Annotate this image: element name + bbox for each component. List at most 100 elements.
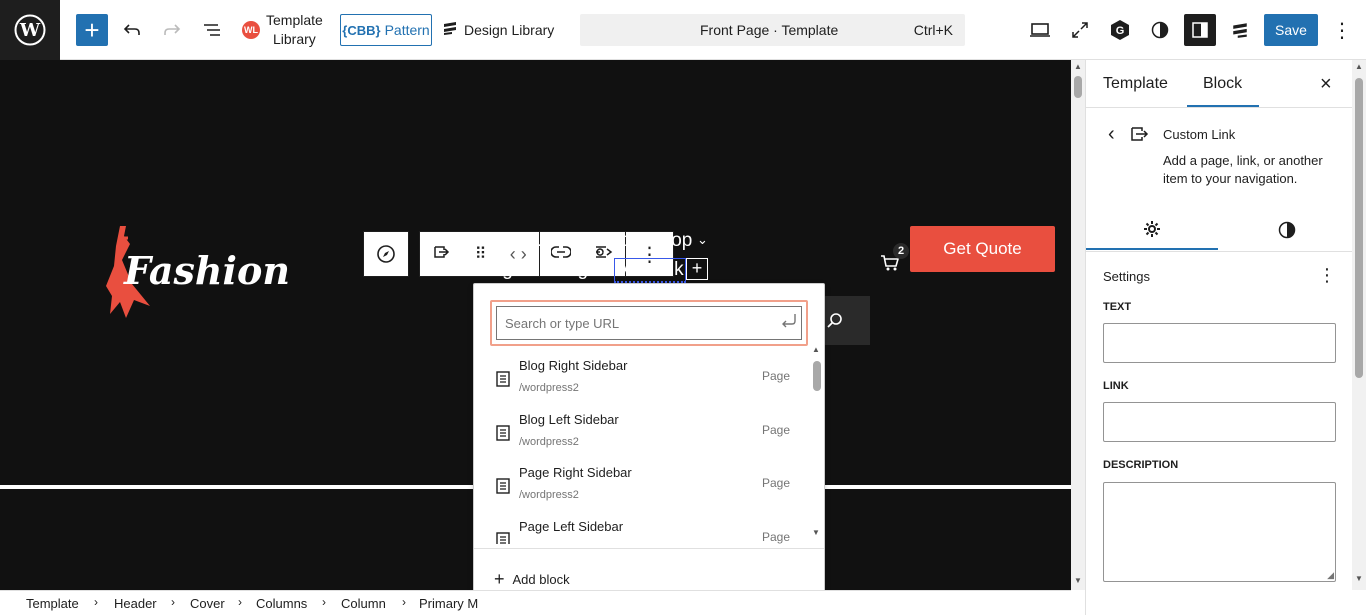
link-control-popover: ▲ ▼ Blog Right Sidebar /wordpress2 Page … [473,283,825,607]
design-library-button[interactable]: Design Library [442,14,557,46]
command-palette-bar[interactable]: Front Page · Template Ctrl+K [580,14,965,46]
description-field-label: DESCRIPTION [1103,459,1179,471]
sidebar-header-divider [1086,107,1356,108]
breadcrumb-item[interactable]: Header [114,596,157,611]
nav-item-pages[interactable]: Pages [479,259,533,281]
document-title: Front Page · Template [700,22,839,38]
chevron-right-icon: › [94,595,98,609]
options-menu-icon[interactable]: ⋮ [1330,14,1354,46]
site-logo[interactable]: Fashion [104,226,290,320]
gear-icon [1144,221,1160,237]
block-parent-selector[interactable] [363,231,409,277]
fullscreen-icon[interactable] [1068,14,1092,46]
nav-item-shop[interactable]: Shop [648,230,692,252]
redo-icon[interactable] [160,14,184,46]
suggestion-url: /wordpress2 [519,382,579,394]
add-block-button[interactable]: + [76,14,108,46]
svg-text:G: G [1116,25,1125,37]
suggestion-item[interactable]: Page Left Sidebar Page [490,519,800,544]
breadcrumb-item[interactable]: Primary M [419,596,478,611]
tab-template[interactable]: Template [1103,75,1168,93]
url-search-input[interactable] [496,306,802,340]
page-icon [496,425,510,446]
chevron-down-icon: ⌄ [539,261,550,276]
page-icon [496,532,510,544]
editor-header: W + WL Template Library {CBB} Pattern De… [0,0,1366,60]
scroll-down-arrow-icon[interactable]: ▼ [1355,574,1363,583]
block-description: Add a page, link, or another item to you… [1163,153,1323,186]
svg-text:W: W [19,20,41,41]
breadcrumb-item[interactable]: Cover [190,596,225,611]
wordpress-logo-icon[interactable]: W [0,0,60,60]
description-field[interactable]: ◢ [1103,482,1336,582]
cart-button[interactable]: 2 [880,243,909,274]
block-name: Custom Link [1163,127,1236,142]
scroll-up-arrow-icon[interactable]: ▲ [1074,62,1082,71]
add-block-button[interactable]: + Add block [494,569,570,589]
settings-sidebar-toggle-icon[interactable] [1184,14,1216,46]
suggestions-scroll-thumb[interactable] [813,361,821,391]
suggestion-item[interactable]: Blog Left Sidebar /wordpress2 Page [490,412,800,466]
settings-sidebar: Template Block × ‹ Custom Link Add a pag… [1085,60,1356,615]
settings-panel-title: Settings [1103,269,1150,284]
spectra-icon[interactable] [1228,14,1252,46]
suggestion-type: Page [761,530,790,544]
settings-tab[interactable] [1086,210,1218,250]
suggestion-item[interactable]: Page Right Sidebar /wordpress2 Page [490,465,800,519]
breadcrumb-item[interactable]: Columns [256,596,307,611]
scroll-up-arrow-icon[interactable]: ▲ [812,345,820,354]
save-button[interactable]: Save [1264,14,1318,46]
sidebar-scrollbar[interactable]: ▲ ▼ [1352,60,1366,590]
undo-icon[interactable] [120,14,144,46]
suggestion-url: /wordpress2 [519,489,579,501]
chevron-down-icon: ⌄ [602,261,613,276]
document-overview-icon[interactable] [200,14,224,46]
desktop-preview-icon[interactable] [1028,14,1052,46]
submit-enter-icon[interactable] [780,312,798,335]
link-field[interactable] [1103,402,1336,442]
navigation-compass-icon [377,245,395,263]
page-icon [496,371,510,392]
page-icon [496,478,510,499]
scroll-down-arrow-icon[interactable]: ▼ [1074,576,1082,585]
close-icon[interactable]: × [1320,73,1332,96]
cbb-icon: {CBB} [342,22,381,38]
nav-item-about[interactable]: About Us [477,230,555,252]
template-library-button[interactable]: WL Template Library [242,12,332,47]
nav-item-collection[interactable]: Collection [557,230,640,252]
suggestion-title: Blog Left Sidebar [519,412,619,427]
text-field-label: TEXT [1103,301,1132,313]
chevron-right-icon: › [322,595,326,609]
resize-handle-icon[interactable]: ◢ [1327,570,1334,581]
scroll-up-arrow-icon[interactable]: ▲ [1355,62,1363,71]
link-field-label: LINK [1103,380,1129,392]
logo-text: Fashion [124,248,290,293]
custom-link-icon [1129,125,1149,148]
suggestion-url: /wordpress2 [519,436,579,448]
pattern-button[interactable]: {CBB} Pattern [340,14,432,46]
plus-icon: + [494,568,505,589]
cart-count-badge: 2 [893,243,909,259]
tab-block[interactable]: Block [1203,75,1242,93]
styles-contrast-icon[interactable] [1148,14,1172,46]
scroll-down-arrow-icon[interactable]: ▼ [812,528,820,537]
get-quote-button[interactable]: Get Quote [910,226,1055,272]
nav-item-blogs[interactable]: Blogs [550,259,598,281]
suggestion-type: Page [761,476,790,490]
chevron-right-icon: › [238,595,242,609]
breadcrumb-item[interactable]: Template [26,596,79,611]
canvas-scrollbar[interactable]: ▲ ▼ [1071,60,1085,590]
styles-tab[interactable] [1218,210,1356,250]
panel-options-icon[interactable]: ⋮ [1318,265,1336,286]
breadcrumb-item[interactable]: Column [341,596,386,611]
nav-item-home[interactable]: Home [423,230,474,252]
template-library-icon: WL [242,21,260,39]
nav-item-add-link[interactable]: Add link [614,258,686,283]
chevron-right-icon: › [402,595,406,609]
back-chevron-icon[interactable]: ‹ [1108,123,1115,146]
gutenverse-icon[interactable]: G [1108,14,1132,46]
suggestion-item[interactable]: Blog Right Sidebar /wordpress2 Page [490,358,800,412]
text-field[interactable] [1103,323,1336,363]
add-nav-item-icon[interactable]: + [686,258,708,280]
suggestion-title: Blog Right Sidebar [519,358,628,373]
